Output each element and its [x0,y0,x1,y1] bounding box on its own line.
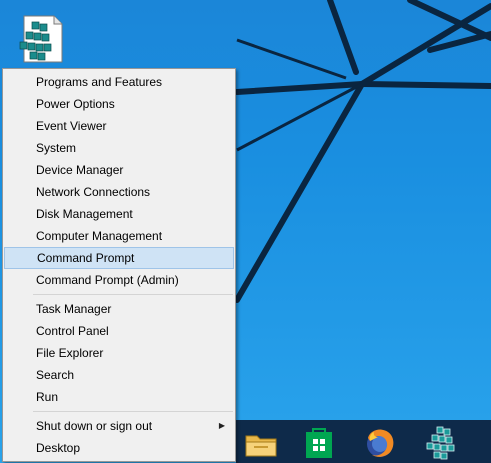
menu-item-command-prompt-admin[interactable]: Command Prompt (Admin) [3,269,235,291]
menu-item-label: Disk Management [36,207,133,221]
submenu-arrow-icon: ▶ [218,421,225,430]
taskbar-regedit[interactable] [422,424,460,462]
menu-item-label: Run [36,390,59,404]
taskbar-store[interactable] [300,424,338,462]
menu-item-programs-and-features[interactable]: Programs and Features [3,71,235,93]
menu-item-disk-management[interactable]: Disk Management [3,203,235,225]
taskbar-firefox[interactable] [361,424,399,462]
menu-item-label: Programs and Features [36,75,163,89]
menu-item-label: Event Viewer [36,119,107,133]
desktop-background: Programs and Features Power Options Event … [0,0,491,463]
file-explorer-icon [245,435,277,457]
regedit-desktop-icon[interactable] [12,14,66,66]
firefox-icon [367,429,394,457]
menu-item-label: Power Options [36,97,115,111]
menu-item-label: Shut down or sign out [36,419,153,433]
menu-item-command-prompt[interactable]: Command Prompt [4,247,234,269]
menu-item-label: Command Prompt [37,251,135,265]
menu-item-desktop[interactable]: Desktop [3,437,235,459]
store-icon [306,428,332,458]
menu-item-label: Device Manager [36,163,124,177]
menu-item-computer-management[interactable]: Computer Management [3,225,235,247]
taskbar-file-explorer[interactable] [242,424,280,462]
menu-item-label: Task Manager [36,302,112,316]
menu-item-label: Network Connections [36,185,151,199]
menu-item-label: Search [36,368,75,382]
menu-item-search[interactable]: Search [3,364,235,386]
taskbar [236,420,491,463]
menu-separator [33,411,233,412]
menu-separator [33,294,233,295]
menu-item-run[interactable]: Run [3,386,235,408]
menu-item-label: Computer Management [36,229,163,243]
menu-item-label: File Explorer [36,346,104,360]
menu-item-device-manager[interactable]: Device Manager [3,159,235,181]
regedit-icon [19,15,63,63]
menu-item-power-options[interactable]: Power Options [3,93,235,115]
menu-item-network-connections[interactable]: Network Connections [3,181,235,203]
menu-item-label: Command Prompt (Admin) [36,273,179,287]
menu-item-event-viewer[interactable]: Event Viewer [3,115,235,137]
menu-item-label: Desktop [36,441,81,455]
win-x-context-menu: Programs and Features Power Options Event … [2,68,236,462]
menu-item-file-explorer[interactable]: File Explorer [3,342,235,364]
menu-item-system[interactable]: System [3,137,235,159]
menu-item-control-panel[interactable]: Control Panel [3,320,235,342]
menu-item-label: System [36,141,77,155]
regedit-icon [426,426,455,460]
menu-item-shut-down-or-sign-out[interactable]: Shut down or sign out ▶ [3,415,235,437]
menu-item-task-manager[interactable]: Task Manager [3,298,235,320]
menu-item-label: Control Panel [36,324,109,338]
